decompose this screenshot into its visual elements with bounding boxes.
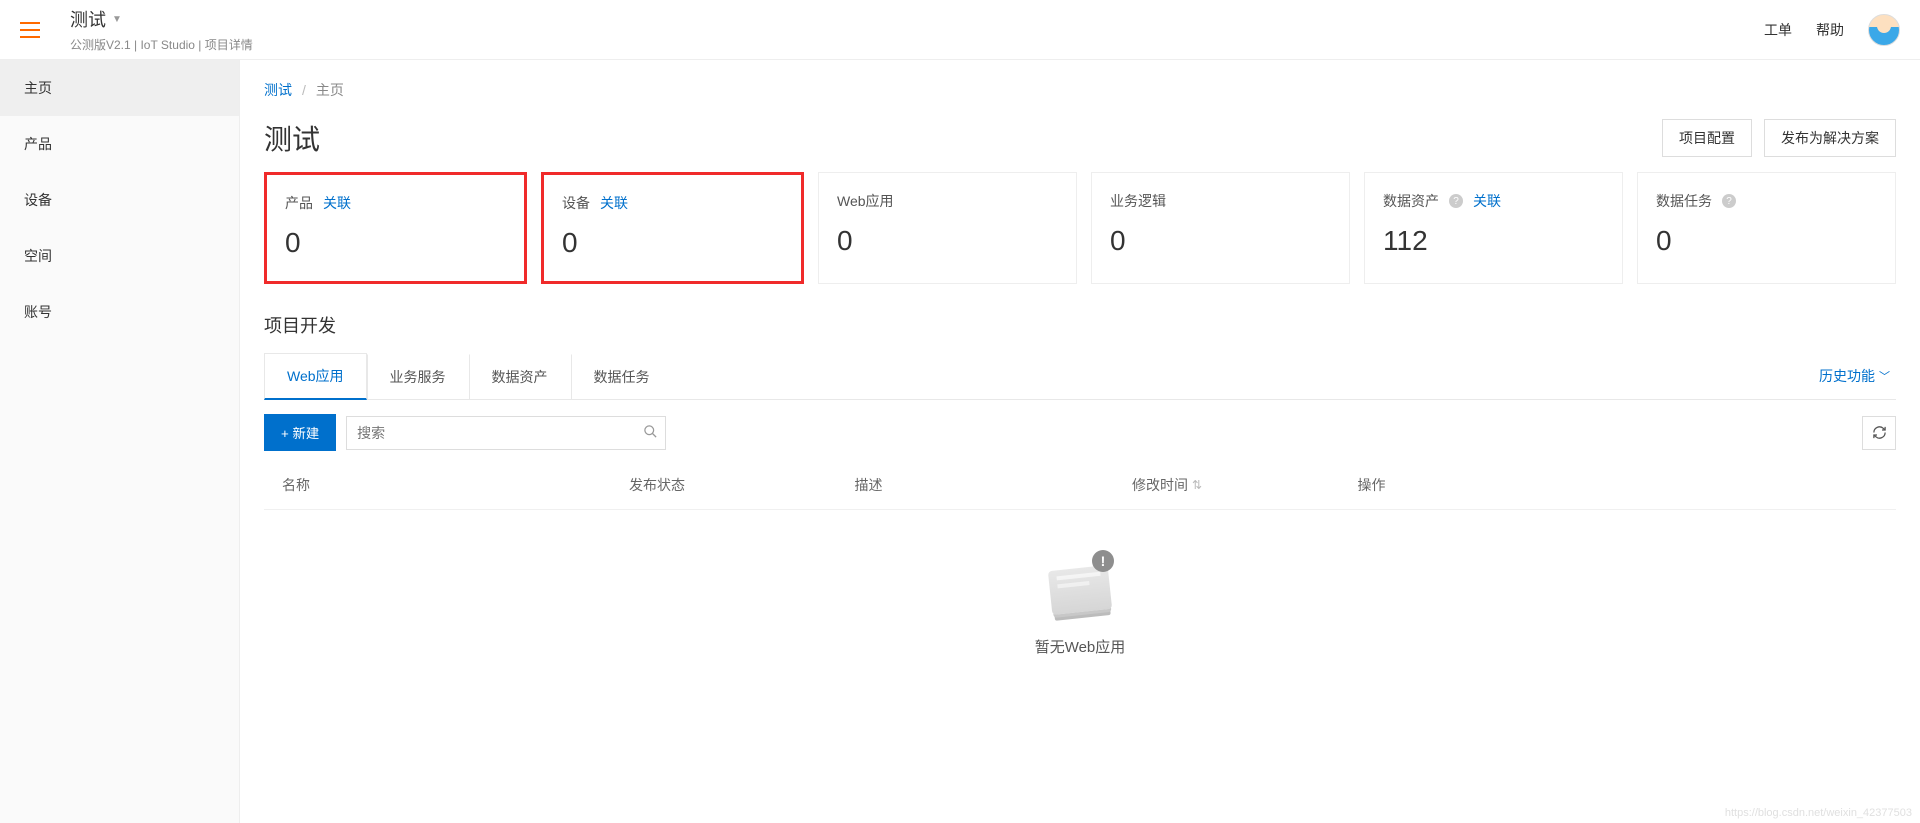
stat-head: 数据资产 ? 关联 <box>1383 191 1604 211</box>
project-config-button[interactable]: 项目配置 <box>1662 119 1752 157</box>
col-name: 名称 <box>282 475 629 495</box>
stat-label: 数据任务 <box>1656 191 1712 211</box>
stat-link[interactable]: 关联 <box>600 193 628 213</box>
col-time[interactable]: 修改时间 ⇅ <box>1132 475 1358 495</box>
chevron-down-icon: ﹀ <box>1879 368 1890 384</box>
tab-service[interactable]: 业务服务 <box>367 354 469 399</box>
help-icon[interactable]: ? <box>1722 194 1736 208</box>
help-link[interactable]: 帮助 <box>1816 20 1844 40</box>
breadcrumb-sep: / <box>302 82 306 98</box>
stat-head: 设备 关联 <box>562 193 783 213</box>
tabs-row: Web应用 业务服务 数据资产 数据任务 历史功能 ﹀ <box>264 352 1896 400</box>
stat-card-data-asset: 数据资产 ? 关联 112 <box>1364 172 1623 284</box>
refresh-button[interactable] <box>1862 416 1896 450</box>
header-links: 工单 帮助 <box>1764 14 1900 46</box>
empty-state: ! 暂无Web应用 <box>264 510 1896 697</box>
new-button[interactable]: + 新建 <box>264 414 336 451</box>
sidebar-item-label: 设备 <box>24 192 52 208</box>
stat-value: 0 <box>285 227 506 259</box>
menu-icon[interactable] <box>20 22 40 38</box>
section-title: 项目开发 <box>264 312 1896 338</box>
tab-webapp[interactable]: Web应用 <box>264 353 367 400</box>
chevron-down-icon: ▼ <box>112 14 122 25</box>
stat-head: 产品 关联 <box>285 193 506 213</box>
table-head: 名称 发布状态 描述 修改时间 ⇅ 操作 <box>264 461 1896 510</box>
stats-row: 产品 关联 0 设备 关联 0 Web应用 0 业务逻辑 <box>264 172 1896 284</box>
help-icon[interactable]: ? <box>1449 194 1463 208</box>
stat-card-webapp: Web应用 0 <box>818 172 1077 284</box>
search-input[interactable] <box>346 416 666 450</box>
tab-data-task[interactable]: 数据任务 <box>571 354 673 399</box>
page-title: 测试 <box>264 118 320 158</box>
sidebar: 主页 产品 设备 空间 账号 <box>0 60 240 823</box>
sidebar-item-space[interactable]: 空间 <box>0 228 239 284</box>
breadcrumb: 测试 / 主页 <box>264 80 1896 100</box>
history-link[interactable]: 历史功能 ﹀ <box>1819 366 1896 386</box>
stat-label: 业务逻辑 <box>1110 191 1166 211</box>
stat-card-logic: 业务逻辑 0 <box>1091 172 1350 284</box>
layout: 主页 产品 设备 空间 账号 测试 / 主页 测试 项目配置 发布为解决方案 产… <box>0 60 1920 823</box>
toolbar: + 新建 <box>264 414 1896 451</box>
ticket-link[interactable]: 工单 <box>1764 20 1792 40</box>
sidebar-item-product[interactable]: 产品 <box>0 116 239 172</box>
tab-data-asset[interactable]: 数据资产 <box>469 354 571 399</box>
stat-value: 0 <box>837 225 1058 257</box>
col-time-label: 修改时间 <box>1132 475 1188 495</box>
sidebar-item-label: 空间 <box>24 248 52 264</box>
sidebar-item-home[interactable]: 主页 <box>0 60 239 116</box>
tab-label: 业务服务 <box>390 369 446 385</box>
stat-card-data-task: 数据任务 ? 0 <box>1637 172 1896 284</box>
stat-value: 0 <box>562 227 783 259</box>
alert-badge-icon: ! <box>1092 550 1114 572</box>
stat-card-device: 设备 关联 0 <box>541 172 804 284</box>
stat-value: 0 <box>1110 225 1331 257</box>
sidebar-item-label: 主页 <box>24 80 52 96</box>
col-ops: 操作 <box>1358 475 1878 495</box>
publish-solution-button[interactable]: 发布为解决方案 <box>1764 119 1896 157</box>
stat-head: 数据任务 ? <box>1656 191 1877 211</box>
stat-link[interactable]: 关联 <box>323 193 351 213</box>
tab-label: Web应用 <box>287 368 344 384</box>
sidebar-item-account[interactable]: 账号 <box>0 284 239 340</box>
refresh-icon <box>1872 425 1887 440</box>
empty-text: 暂无Web应用 <box>1035 636 1126 657</box>
project-switcher[interactable]: 测试 ▼ <box>70 6 253 32</box>
main-content: 测试 / 主页 测试 项目配置 发布为解决方案 产品 关联 0 设备 关联 <box>240 60 1920 823</box>
tab-label: 数据资产 <box>492 369 548 385</box>
header-subtitle: 公测版V2.1 | IoT Studio | 项目详情 <box>70 36 253 53</box>
sidebar-item-device[interactable]: 设备 <box>0 172 239 228</box>
header-title-area: 测试 ▼ 公测版V2.1 | IoT Studio | 项目详情 <box>70 6 253 53</box>
history-label: 历史功能 <box>1819 366 1875 386</box>
sidebar-item-label: 产品 <box>24 136 52 152</box>
sidebar-item-label: 账号 <box>24 304 52 320</box>
sort-icon: ⇅ <box>1192 478 1202 492</box>
stat-head: 业务逻辑 <box>1110 191 1331 211</box>
top-header: 测试 ▼ 公测版V2.1 | IoT Studio | 项目详情 工单 帮助 <box>0 0 1920 60</box>
stat-label: 数据资产 <box>1383 191 1439 211</box>
col-desc: 描述 <box>854 475 1132 495</box>
stat-label: 设备 <box>562 193 590 213</box>
stat-link[interactable]: 关联 <box>1473 191 1501 211</box>
title-row: 测试 项目配置 发布为解决方案 <box>264 118 1896 158</box>
stat-label: Web应用 <box>837 191 894 211</box>
breadcrumb-current: 主页 <box>316 80 344 100</box>
search-wrap <box>346 416 666 450</box>
empty-illustration-icon: ! <box>1040 550 1120 620</box>
stat-head: Web应用 <box>837 191 1058 211</box>
tab-label: 数据任务 <box>594 369 650 385</box>
header-title: 测试 <box>70 6 106 32</box>
col-status: 发布状态 <box>629 475 855 495</box>
avatar[interactable] <box>1868 14 1900 46</box>
stat-value: 0 <box>1656 225 1877 257</box>
breadcrumb-root[interactable]: 测试 <box>264 80 292 100</box>
stat-label: 产品 <box>285 193 313 213</box>
stat-value: 112 <box>1383 225 1604 257</box>
stat-card-product: 产品 关联 0 <box>264 172 527 284</box>
